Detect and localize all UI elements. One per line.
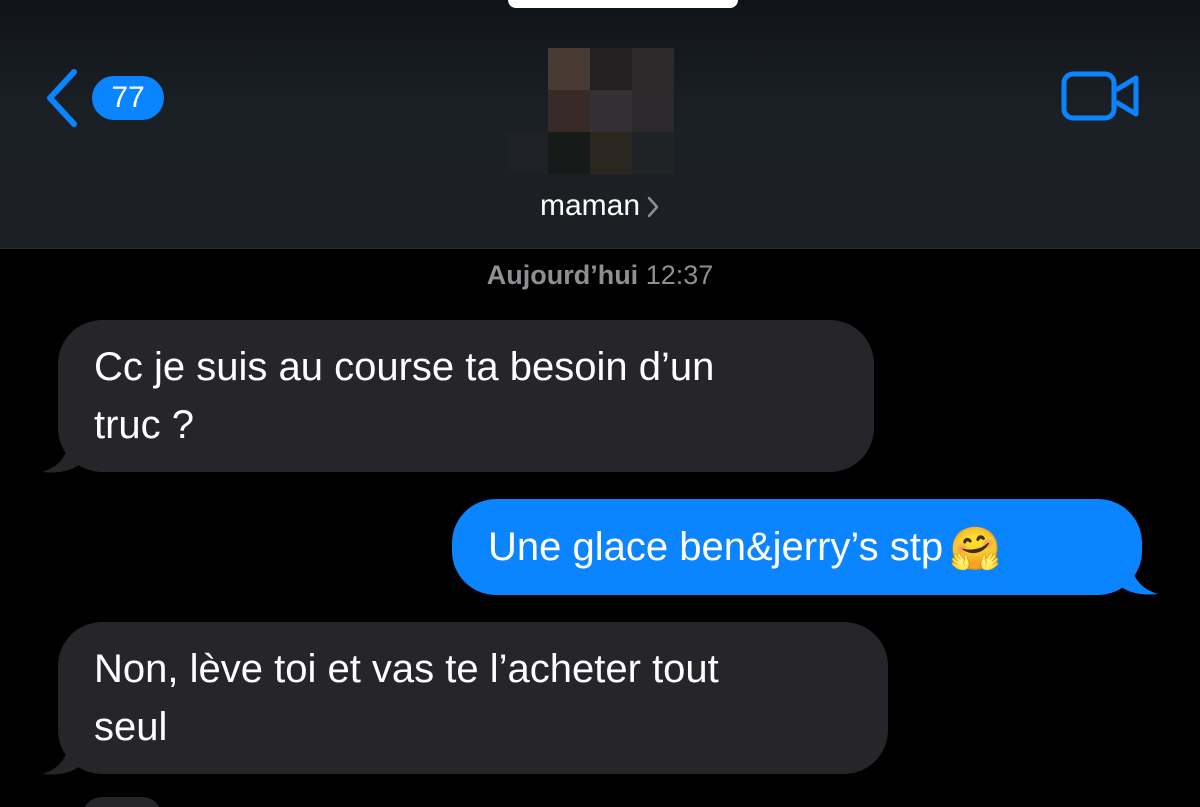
dynamic-island xyxy=(508,0,738,8)
message-line: Non, lève toi et vas te l’acheter tout xyxy=(94,647,719,691)
conversation-header: 77 maman xyxy=(0,0,1200,249)
chevron-left-icon xyxy=(47,69,77,127)
timestamp-time: 12:37 xyxy=(645,260,714,290)
next-message-bubble-peek xyxy=(82,797,162,807)
contact-details-button[interactable]: maman xyxy=(540,186,660,226)
message-line: seul xyxy=(94,705,168,749)
message-line: Cc je suis au course ta besoin d’un xyxy=(94,345,715,389)
timestamp-day: Aujourd’hui xyxy=(486,260,639,290)
hugging-face-emoji: 🤗 xyxy=(949,525,1002,573)
chevron-right-icon xyxy=(647,196,659,218)
messages-screen: 77 maman Aujourd’hui 12:37 Cc je suis au… xyxy=(0,0,1200,807)
avatar[interactable] xyxy=(506,48,674,178)
contact-name-row: maman xyxy=(0,186,1200,226)
message-line: truc ? xyxy=(94,403,195,447)
sent-message-bubble[interactable]: Une glace ben&jerry’s stp 🤗 xyxy=(452,499,1142,595)
contact-name: maman xyxy=(539,189,641,222)
received-message-bubble[interactable]: Non, lève toi et vas te l’acheter tout s… xyxy=(58,622,888,774)
back-button[interactable]: 77 xyxy=(40,66,170,130)
message-text: Une glace ben&jerry’s stp xyxy=(488,525,944,569)
message-timestamp: Aujourd’hui 12:37 xyxy=(0,256,1200,294)
unread-count-badge: 77 xyxy=(92,76,164,120)
video-camera-icon[interactable] xyxy=(1060,70,1144,122)
received-message-bubble[interactable]: Cc je suis au course ta besoin d’un truc… xyxy=(58,320,874,472)
